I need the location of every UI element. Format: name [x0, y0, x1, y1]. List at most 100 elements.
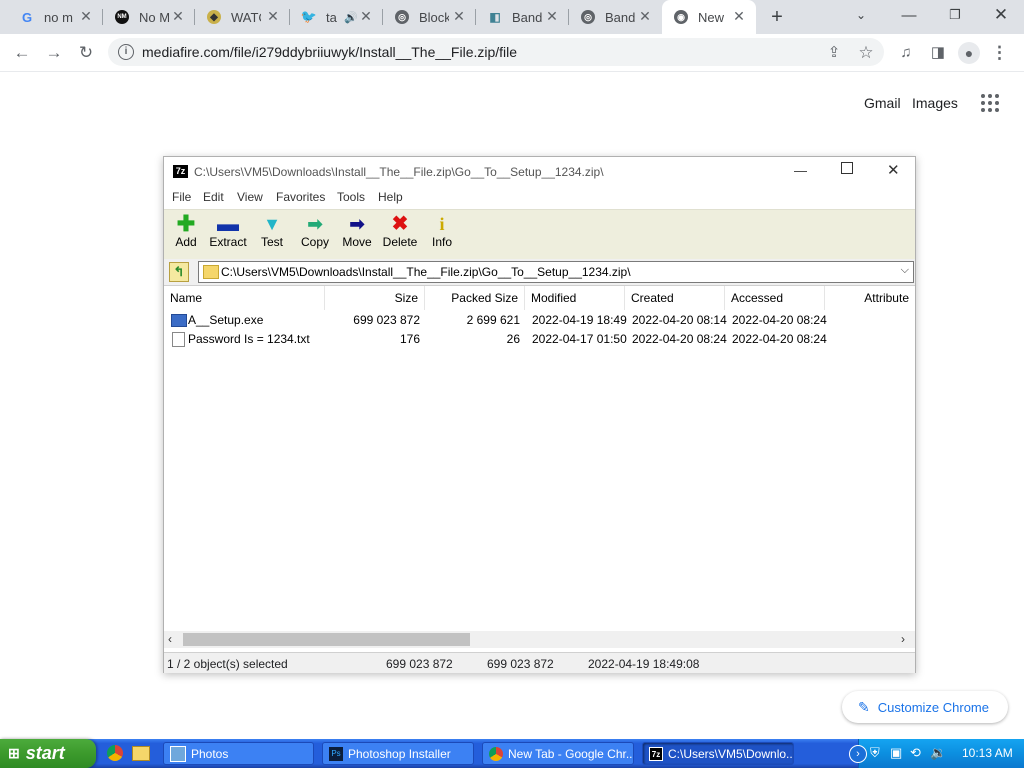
profile-avatar-icon[interactable]: ●	[958, 42, 980, 64]
taskbar-item-photoshop[interactable]: Ps Photoshop Installer	[322, 742, 474, 765]
share-icon[interactable]: ⇪	[823, 43, 845, 63]
column-header-packed-size[interactable]: Packed Size	[425, 286, 525, 310]
browser-tab[interactable]: NM No M ✕	[103, 0, 195, 34]
folder-up-icon[interactable]: ↰	[169, 262, 189, 282]
scrollbar-thumb[interactable]	[183, 633, 470, 646]
tab-search-icon[interactable]: ⌄	[838, 0, 884, 30]
browser-tab[interactable]: G no m ✕	[8, 0, 103, 34]
extract-icon: ▬	[217, 211, 239, 236]
column-header-created[interactable]: Created	[625, 286, 725, 310]
sync-icon[interactable]: ⟲	[910, 745, 921, 761]
move-button[interactable]: ➡ Move	[335, 213, 379, 249]
network-icon[interactable]: ▣	[890, 745, 902, 761]
browser-tab[interactable]: ◎ Band ✕	[569, 0, 662, 34]
chevron-down-icon[interactable]: ⌵	[901, 264, 909, 277]
info-button[interactable]: i Info	[420, 213, 464, 249]
taskbar-item-sevenzip[interactable]: 7z C:\Users\VM5\Downlo...	[642, 742, 794, 765]
explorer-quicklaunch-icon[interactable]	[132, 746, 150, 761]
menu-help[interactable]: Help	[378, 190, 403, 204]
copy-button[interactable]: ➡ Copy	[293, 213, 337, 249]
menu-favorites[interactable]: Favorites	[276, 190, 325, 204]
close-tab-icon[interactable]: ✕	[359, 9, 373, 23]
scroll-right-icon[interactable]: ›	[901, 632, 905, 646]
chrome-icon: ◉	[674, 10, 688, 24]
window-titlebar[interactable]: 7z C:\Users\VM5\Downloads\Install__The__…	[164, 157, 915, 187]
task-label: Photoshop Installer	[348, 746, 451, 761]
show-hidden-icons-icon[interactable]: ›	[849, 745, 867, 763]
tab-title: WATC	[231, 9, 261, 25]
side-panel-icon[interactable]: ◨	[927, 43, 949, 63]
restore-icon[interactable]: ❐	[932, 0, 978, 30]
browser-tab[interactable]: 🐦 ta 🔊 ✕	[290, 0, 383, 34]
maximize-icon[interactable]	[841, 162, 853, 174]
taskbar-item-photos[interactable]: Photos	[163, 742, 314, 765]
close-tab-icon[interactable]: ✕	[79, 9, 93, 23]
close-tab-icon[interactable]: ✕	[545, 9, 559, 23]
close-tab-icon[interactable]: ✕	[732, 9, 746, 23]
close-icon[interactable]: ✕	[887, 161, 900, 179]
status-size: 699 023 872	[386, 657, 453, 671]
close-tab-icon[interactable]: ✕	[452, 9, 466, 23]
gmail-link[interactable]: Gmail	[864, 95, 901, 111]
chrome-menu-icon[interactable]: ⋮	[991, 43, 1008, 63]
column-header-size[interactable]: Size	[325, 286, 425, 310]
audio-playing-icon[interactable]: 🔊	[344, 11, 358, 24]
chrome-quicklaunch-icon[interactable]	[107, 745, 123, 761]
security-shield-icon[interactable]: ⛨	[870, 745, 880, 761]
scroll-left-icon[interactable]: ‹	[168, 632, 172, 646]
close-tab-icon[interactable]: ✕	[638, 9, 652, 23]
twitter-icon: 🐦	[300, 9, 318, 24]
menu-view[interactable]: View	[237, 190, 263, 204]
horizontal-scrollbar[interactable]: ‹ ›	[164, 631, 915, 648]
extract-label: Extract	[209, 235, 247, 249]
minimize-icon[interactable]: —	[886, 0, 932, 30]
google-apps-icon[interactable]	[981, 94, 999, 112]
table-row[interactable]: A__Setup.exe 699 023 872 2 699 621 2022-…	[164, 311, 915, 330]
table-row[interactable]: Password Is = 1234.txt 176 26 2022-04-17…	[164, 330, 915, 349]
new-tab-button[interactable]: +	[766, 6, 788, 28]
column-header-accessed[interactable]: Accessed	[725, 286, 825, 310]
delete-button[interactable]: ✖ Delete	[378, 213, 422, 249]
back-icon[interactable]: ←	[11, 43, 33, 63]
file-size: 176	[399, 332, 420, 346]
test-label: Test	[260, 235, 283, 249]
close-window-icon[interactable]: ✕	[978, 0, 1024, 30]
file-name: A__Setup.exe	[188, 313, 264, 327]
path-combobox[interactable]: C:\Users\VM5\Downloads\Install__The__Fil…	[198, 261, 914, 283]
column-header-name[interactable]: Name	[164, 286, 325, 310]
volume-icon[interactable]: 🔉	[930, 745, 946, 761]
bookmark-star-icon[interactable]: ☆	[855, 43, 877, 63]
reload-icon[interactable]: ↻	[75, 43, 97, 63]
copy-icon: ➡	[307, 214, 323, 234]
customize-chrome-button[interactable]: ✎ Customize Chrome	[842, 691, 1008, 723]
media-control-icon[interactable]: ♫	[895, 43, 917, 63]
menu-tools[interactable]: Tools	[337, 190, 365, 204]
browser-tab[interactable]: ◆ WATC ✕	[195, 0, 290, 34]
extract-button[interactable]: ▬ Extract	[206, 211, 250, 250]
url-text[interactable]: mediafire.com/file/i279ddybriiuwyk/Insta…	[142, 44, 517, 60]
site-info-icon[interactable]: i	[118, 44, 134, 60]
close-tab-icon[interactable]: ✕	[171, 9, 185, 23]
exe-icon	[171, 314, 187, 327]
clock[interactable]: 10:13 AM	[962, 746, 1013, 760]
google-g-icon: G	[21, 9, 33, 25]
images-link[interactable]: Images	[912, 95, 958, 111]
forward-icon[interactable]: →	[43, 43, 65, 63]
test-icon: ▼	[263, 214, 281, 234]
browser-tab[interactable]: ◎ Block ✕	[383, 0, 476, 34]
browser-tab-active[interactable]: ◉ New ✕	[662, 0, 756, 34]
column-header-modified[interactable]: Modified	[525, 286, 625, 310]
taskbar-item-chrome[interactable]: New Tab - Google Chr...	[482, 742, 634, 765]
test-button[interactable]: ▼ Test	[250, 213, 294, 249]
menu-file[interactable]: File	[172, 190, 191, 204]
minimize-icon[interactable]: —	[794, 163, 807, 178]
task-label: Photos	[191, 746, 229, 761]
close-tab-icon[interactable]: ✕	[266, 9, 280, 23]
add-button[interactable]: ✚ Add	[164, 213, 208, 250]
column-header-attributes[interactable]: Attribute	[825, 286, 915, 310]
tab-title: ta	[326, 9, 337, 25]
start-button[interactable]: ⊞ start	[0, 739, 96, 768]
menu-edit[interactable]: Edit	[203, 190, 224, 204]
file-modified: 2022-04-17 01:50	[532, 332, 627, 346]
browser-tab[interactable]: ◧ Band ✕	[476, 0, 569, 34]
